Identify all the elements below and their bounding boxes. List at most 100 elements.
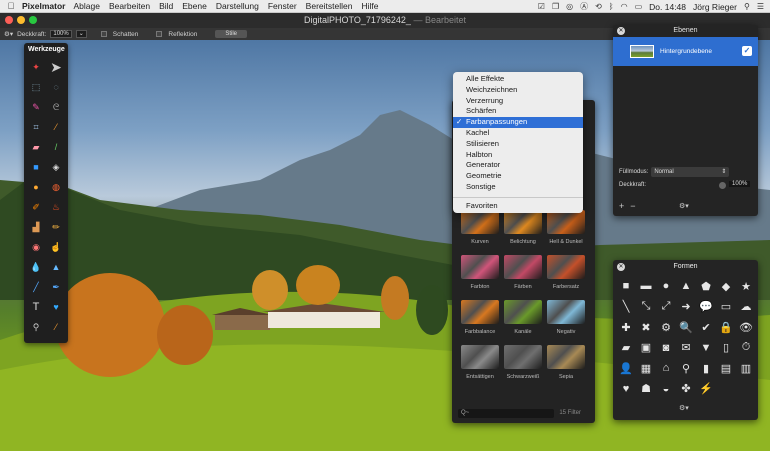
shape-item[interactable]: ▬ bbox=[636, 276, 656, 297]
opacity-field[interactable]: 100% bbox=[50, 30, 72, 38]
effect-tile[interactable]: Belichtung bbox=[503, 210, 543, 249]
effects-search-field[interactable]: Q~ bbox=[458, 409, 554, 418]
eraser-icon[interactable]: ▰ bbox=[26, 137, 46, 157]
menu-item-geometrie[interactable]: Geometrie bbox=[453, 171, 583, 182]
paint-bucket-icon[interactable]: ◈ bbox=[46, 157, 66, 177]
heart-shape-icon[interactable]: ♥ bbox=[46, 297, 66, 317]
gear-icon[interactable]: ⚙▾ bbox=[4, 30, 13, 38]
layer-opacity-field[interactable]: 100% bbox=[729, 181, 751, 187]
shape-item[interactable]: ◆ bbox=[716, 276, 736, 297]
text-icon[interactable]: T bbox=[26, 297, 46, 317]
fill-mode-select[interactable]: Normal ⇕ bbox=[651, 167, 730, 177]
shape-item[interactable]: ⤢ bbox=[656, 297, 676, 318]
shapes-gear-icon[interactable]: ⚙▾ bbox=[679, 404, 689, 412]
menu-item-ebene[interactable]: Ebene bbox=[182, 1, 207, 11]
lasso-icon[interactable]: ᘓ bbox=[46, 97, 66, 117]
layer-row[interactable]: Hintergrundebene ✓ bbox=[613, 37, 758, 66]
checkbox-icon[interactable]: ☑ bbox=[538, 2, 545, 11]
shape-item[interactable]: ▥ bbox=[736, 358, 756, 379]
opacity-slider-knob[interactable] bbox=[719, 182, 726, 189]
layer-visibility-checkbox[interactable]: ✓ bbox=[742, 46, 752, 56]
shape-item[interactable]: ◒ bbox=[656, 379, 676, 400]
styles-button[interactable]: Stile bbox=[215, 30, 247, 38]
effect-tile[interactable]: Farbton bbox=[460, 255, 500, 294]
shape-item[interactable]: ✔ bbox=[696, 317, 716, 338]
crop-icon[interactable]: ⌗ bbox=[26, 117, 46, 137]
shape-item[interactable]: ⌂ bbox=[656, 358, 676, 379]
shape-item[interactable]: 🔒 bbox=[716, 317, 736, 338]
paintbrush-icon[interactable]: / bbox=[46, 137, 66, 157]
red-eye-icon[interactable]: ◉ bbox=[26, 237, 46, 257]
layers-gear-icon[interactable]: ⚙▾ bbox=[679, 202, 689, 210]
search-icon[interactable]: ⚲ bbox=[744, 2, 750, 11]
effect-tile[interactable]: Hell & Dunkel bbox=[546, 210, 586, 249]
shape-item[interactable]: ▲ bbox=[676, 276, 696, 297]
opacity-stepper[interactable]: ⌄ bbox=[75, 30, 87, 38]
pointer-icon[interactable]: ➤ bbox=[46, 57, 66, 77]
eyedropper-icon[interactable]: ⁄ bbox=[46, 117, 66, 137]
menu-item-sonstige[interactable]: Sonstige bbox=[453, 182, 583, 193]
shape-item[interactable]: ✚ bbox=[616, 317, 636, 338]
menu-item-darstellung[interactable]: Darstellung bbox=[216, 1, 259, 11]
clock[interactable]: Do. 14:48 bbox=[649, 2, 686, 12]
burn-icon[interactable]: ♨ bbox=[46, 197, 66, 217]
menu-item-alle-effekte[interactable]: Alle Effekte bbox=[453, 74, 583, 85]
shape-item[interactable]: ╲ bbox=[616, 297, 636, 318]
ellipse-shape-icon[interactable]: ● bbox=[26, 177, 46, 197]
color-picker-icon[interactable]: ⁄ bbox=[46, 317, 66, 337]
effect-tile[interactable]: Färben bbox=[503, 255, 543, 294]
menu-item-favoriten[interactable]: Favoriten bbox=[453, 201, 583, 212]
brush-icon[interactable]: ✐ bbox=[26, 197, 46, 217]
menu-item-stilisieren[interactable]: Stilisieren bbox=[453, 139, 583, 150]
effect-tile[interactable]: Entsättigen bbox=[460, 345, 500, 384]
sync-icon[interactable]: ⟲ bbox=[595, 2, 602, 11]
shape-item[interactable]: ▼ bbox=[696, 338, 716, 359]
shape-item[interactable]: ⚡ bbox=[696, 379, 716, 400]
effect-tile[interactable]: Schwarzweiß bbox=[503, 345, 543, 384]
shape-item[interactable]: ■ bbox=[616, 276, 636, 297]
remove-layer-button[interactable]: − bbox=[630, 201, 635, 211]
quick-select-icon[interactable]: ✎ bbox=[26, 97, 46, 117]
shape-item[interactable]: ◙ bbox=[656, 338, 676, 359]
apple-icon[interactable]:  bbox=[0, 1, 22, 11]
pencil-icon[interactable]: ✏ bbox=[46, 217, 66, 237]
menu-item-bereitstellen[interactable]: Bereitstellen bbox=[306, 1, 353, 11]
menu-item-bearbeiten[interactable]: Bearbeiten bbox=[109, 1, 150, 11]
effect-tile[interactable]: Kurven bbox=[460, 210, 500, 249]
effect-tile[interactable]: Kanäle bbox=[503, 300, 543, 339]
shape-item[interactable]: ● bbox=[656, 276, 676, 297]
drop-icon[interactable]: 💧 bbox=[26, 257, 46, 277]
menu-item-verzerrung[interactable]: Verzerrung bbox=[453, 96, 583, 107]
stamp-icon[interactable]: ▟ bbox=[26, 217, 46, 237]
menu-item-generator[interactable]: Generator bbox=[453, 160, 583, 171]
menu-app-name[interactable]: Pixelmator bbox=[22, 1, 65, 11]
shape-item[interactable]: ♥ bbox=[616, 379, 636, 400]
wifi-icon[interactable]: ◠ bbox=[621, 2, 628, 11]
menu-item-halbton[interactable]: Halbton bbox=[453, 150, 583, 161]
shape-item[interactable]: ➜ bbox=[676, 297, 696, 318]
shape-item[interactable]: ✉ bbox=[676, 338, 696, 359]
shape-item[interactable]: 👤 bbox=[616, 358, 636, 379]
rect-select-icon[interactable]: ⬚ bbox=[26, 77, 46, 97]
copy-icon[interactable]: ❐ bbox=[552, 2, 559, 11]
add-layer-button[interactable]: + bbox=[619, 201, 624, 211]
bluetooth-icon[interactable]: ᛒ bbox=[609, 2, 614, 11]
ellipse-select-icon[interactable]: ◌ bbox=[46, 77, 66, 97]
shape-item[interactable]: ⤡ bbox=[636, 297, 656, 318]
magic-wand-icon[interactable]: ✦ bbox=[26, 57, 46, 77]
effect-tile[interactable]: Negativ bbox=[546, 300, 586, 339]
shape-item[interactable]: ✖ bbox=[636, 317, 656, 338]
shape-item[interactable]: ▭ bbox=[716, 297, 736, 318]
shape-item[interactable]: ☁ bbox=[736, 297, 756, 318]
shape-item[interactable]: ★ bbox=[736, 276, 756, 297]
menu-item-fenster[interactable]: Fenster bbox=[268, 1, 297, 11]
battery-icon[interactable]: ▭ bbox=[635, 2, 643, 11]
shape-item[interactable]: 👁 bbox=[736, 317, 756, 338]
shape-item[interactable]: ⏱ bbox=[736, 338, 756, 359]
gradient-icon[interactable]: ◍ bbox=[46, 177, 66, 197]
user-name[interactable]: Jörg Rieger bbox=[693, 2, 737, 12]
menu-item-ablage[interactable]: Ablage bbox=[73, 1, 99, 11]
pen-icon[interactable]: ╱ bbox=[26, 277, 46, 297]
rect-shape-icon[interactable]: ■ bbox=[26, 157, 46, 177]
close-icon[interactable]: ✕ bbox=[617, 263, 625, 271]
